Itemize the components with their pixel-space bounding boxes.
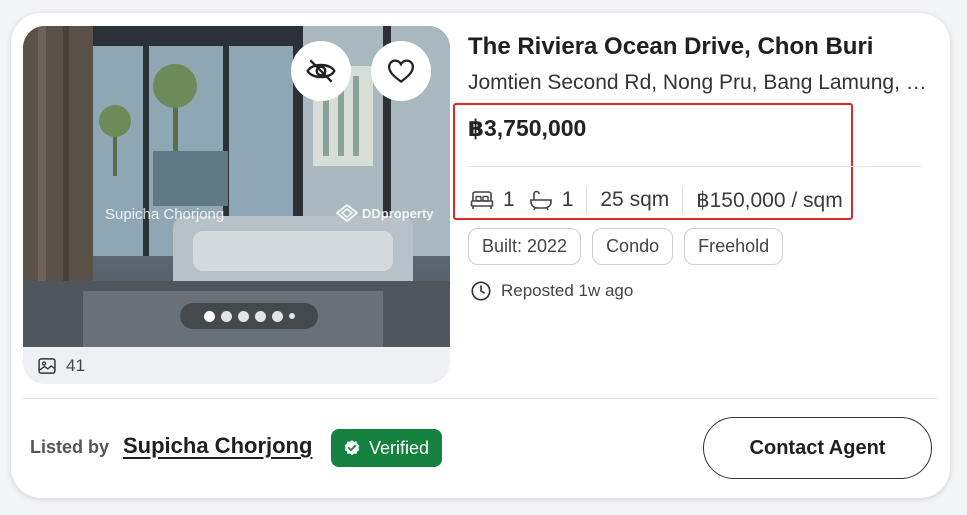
hide-listing-button[interactable] [291,41,351,101]
photo-watermark-brand: DDproperty [336,204,434,222]
carousel-indicator[interactable] [180,303,318,329]
tag-tenure: Freehold [684,228,784,265]
price-per-sqm-value: ฿150,000 / sqm [696,188,843,212]
listed-by-label: Listed by [30,437,110,457]
reposted-text: Reposted 1w ago [501,281,634,300]
listing-photo[interactable]: Supicha Chorjong DDproperty [23,26,450,347]
listing-card[interactable]: Supicha Chorjong DDproperty 41 The Rivie… [11,13,950,498]
bathrooms-spec: 1 [529,188,574,212]
tag-built-year: Built: 2022 [468,228,582,265]
bed-icon [470,191,494,209]
photo-watermark-agent: Supicha Chorjong [105,206,225,223]
bedrooms-value: 1 [503,188,515,211]
agent-name-link[interactable]: Supicha Chorjong [123,433,312,459]
footer-divider [23,398,937,399]
contact-agent-button[interactable]: Contact Agent [703,417,932,479]
eye-off-icon [306,59,336,83]
verified-badge-icon [344,440,360,456]
area-value: 25 sqm [600,188,670,211]
carousel-dot[interactable] [271,310,283,322]
carousel-dot[interactable] [288,313,295,319]
listing-specs: 1 1 25 sqm ฿150,000 / sqm [470,185,843,215]
bedrooms-spec: 1 [470,188,515,212]
clock-icon [471,281,491,301]
listing-price: ฿3,750,000 [468,115,587,141]
verified-label: Verified [369,437,430,458]
carousel-dot[interactable] [203,310,215,322]
bathrooms-value: 1 [561,188,574,211]
listing-title[interactable]: The Riviera Ocean Drive, Chon Buri [468,33,873,61]
listing-media[interactable]: Supicha Chorjong DDproperty 41 [23,26,450,384]
spec-separator [586,186,588,214]
reposted-info: Reposted 1w ago [470,280,633,302]
carousel-dot[interactable] [220,310,232,322]
heart-icon [387,59,415,84]
listing-tags: Built: 2022 Condo Freehold [468,228,784,265]
favorite-button[interactable] [371,41,431,101]
carousel-dot[interactable] [254,310,266,322]
listing-address: Jomtien Second Rd, Nong Pru, Bang Lamung… [468,71,928,94]
divider [468,166,921,167]
tag-property-type: Condo [592,228,674,265]
gallery-icon [38,358,56,374]
carousel-dot[interactable] [237,310,249,322]
spec-separator [682,186,684,214]
photo-count[interactable]: 41 [37,356,85,376]
ddproperty-logo-icon [336,204,358,222]
verified-badge: Verified [331,429,443,467]
bathtub-icon [529,190,552,211]
photo-count-value: 41 [66,356,85,375]
photo-watermark-brand-text: DDproperty [362,205,434,221]
